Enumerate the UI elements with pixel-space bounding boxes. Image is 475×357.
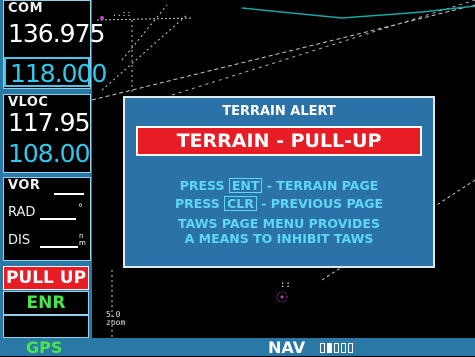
taws-note-line2: A MEANS TO INHIBIT TAWS bbox=[184, 231, 374, 246]
ent-instruction-prefix: PRESS bbox=[179, 178, 225, 193]
pull-up-annunciator: PULL UP bbox=[3, 266, 89, 290]
com-standby-frequency[interactable]: 118.000 bbox=[4, 57, 107, 88]
com-header: COM bbox=[8, 1, 44, 16]
annunciator-blank bbox=[3, 315, 89, 338]
pull-up-label: PULL UP bbox=[5, 268, 87, 288]
dis-value bbox=[40, 246, 78, 248]
page-indicator-segment bbox=[327, 343, 332, 353]
vor-ident-value bbox=[54, 193, 84, 195]
boundary-line bbox=[241, 5, 475, 19]
aircraft-icon: :: bbox=[276, 280, 291, 303]
page-indicator-segment bbox=[320, 343, 325, 353]
ent-key[interactable]: ENT bbox=[228, 178, 263, 193]
clr-key[interactable]: CLR bbox=[224, 196, 257, 211]
terrain-alert-dialog[interactable]: TERRAIN ALERT TERRAIN - PULL-UP PRESS EN… bbox=[123, 96, 435, 268]
vloc-panel: VLOC 117.95 108.00 bbox=[0, 91, 92, 174]
page-indicator-segment bbox=[341, 343, 346, 353]
cdi-scale-annunciator: ENR bbox=[3, 291, 89, 315]
svg-text:::: :: bbox=[280, 280, 291, 290]
com-window[interactable]: COM 136.975 118.000 bbox=[3, 0, 107, 89]
alert-title: TERRAIN ALERT bbox=[222, 104, 336, 119]
ent-instruction: PRESS ENT - TERRAIN PAGE bbox=[125, 178, 433, 193]
clr-instruction: PRESS CLR - PREVIOUS PAGE bbox=[125, 196, 433, 211]
bottom-status-bar: GPS NAV bbox=[0, 338, 475, 357]
taws-note-line1: TAWS PAGE MENU PROVIDES bbox=[178, 216, 380, 231]
clr-instruction-suffix: - PREVIOUS PAGE bbox=[261, 196, 384, 211]
airway-line bbox=[101, 14, 188, 91]
vor-window: VOR RAD ° DIS n m bbox=[3, 177, 91, 261]
rad-value bbox=[40, 218, 76, 220]
terrain-warning-banner: TERRAIN - PULL-UP bbox=[136, 126, 422, 156]
page-indicator-segment bbox=[348, 343, 353, 353]
vloc-standby-frequency[interactable]: 108.00 bbox=[4, 139, 90, 168]
dis-unit: n m bbox=[79, 232, 86, 247]
vor-header: VOR bbox=[8, 178, 41, 193]
airway-line bbox=[96, 17, 193, 21]
cdi-scale-label: ENR bbox=[26, 293, 66, 313]
clr-instruction-prefix: PRESS bbox=[174, 196, 220, 211]
page-group-label: NAV bbox=[268, 338, 306, 357]
vloc-window[interactable]: VLOC 117.95 108.00 bbox=[3, 94, 91, 173]
annunciator-panel: PULL UP ENR bbox=[0, 262, 92, 338]
map-label: ..:: bbox=[112, 9, 131, 18]
rad-unit: ° bbox=[78, 203, 83, 214]
map-range-label: 5.0 zoom bbox=[106, 310, 126, 327]
rad-label: RAD bbox=[8, 205, 36, 220]
dis-label: DIS bbox=[8, 233, 31, 248]
ent-instruction-suffix: - TERRAIN PAGE bbox=[266, 178, 379, 193]
terrain-warning-text: TERRAIN - PULL-UP bbox=[176, 130, 382, 152]
page-indicator-segment bbox=[334, 343, 339, 353]
route-line bbox=[171, 0, 475, 96]
vor-panel: VOR RAD ° DIS n m bbox=[0, 174, 92, 262]
gps-mode-label: GPS bbox=[26, 338, 63, 357]
com-active-frequency: 136.975 bbox=[8, 19, 105, 48]
com-panel: COM 136.975 118.000 bbox=[0, 0, 107, 91]
vloc-active-frequency: 117.95 bbox=[8, 108, 90, 137]
